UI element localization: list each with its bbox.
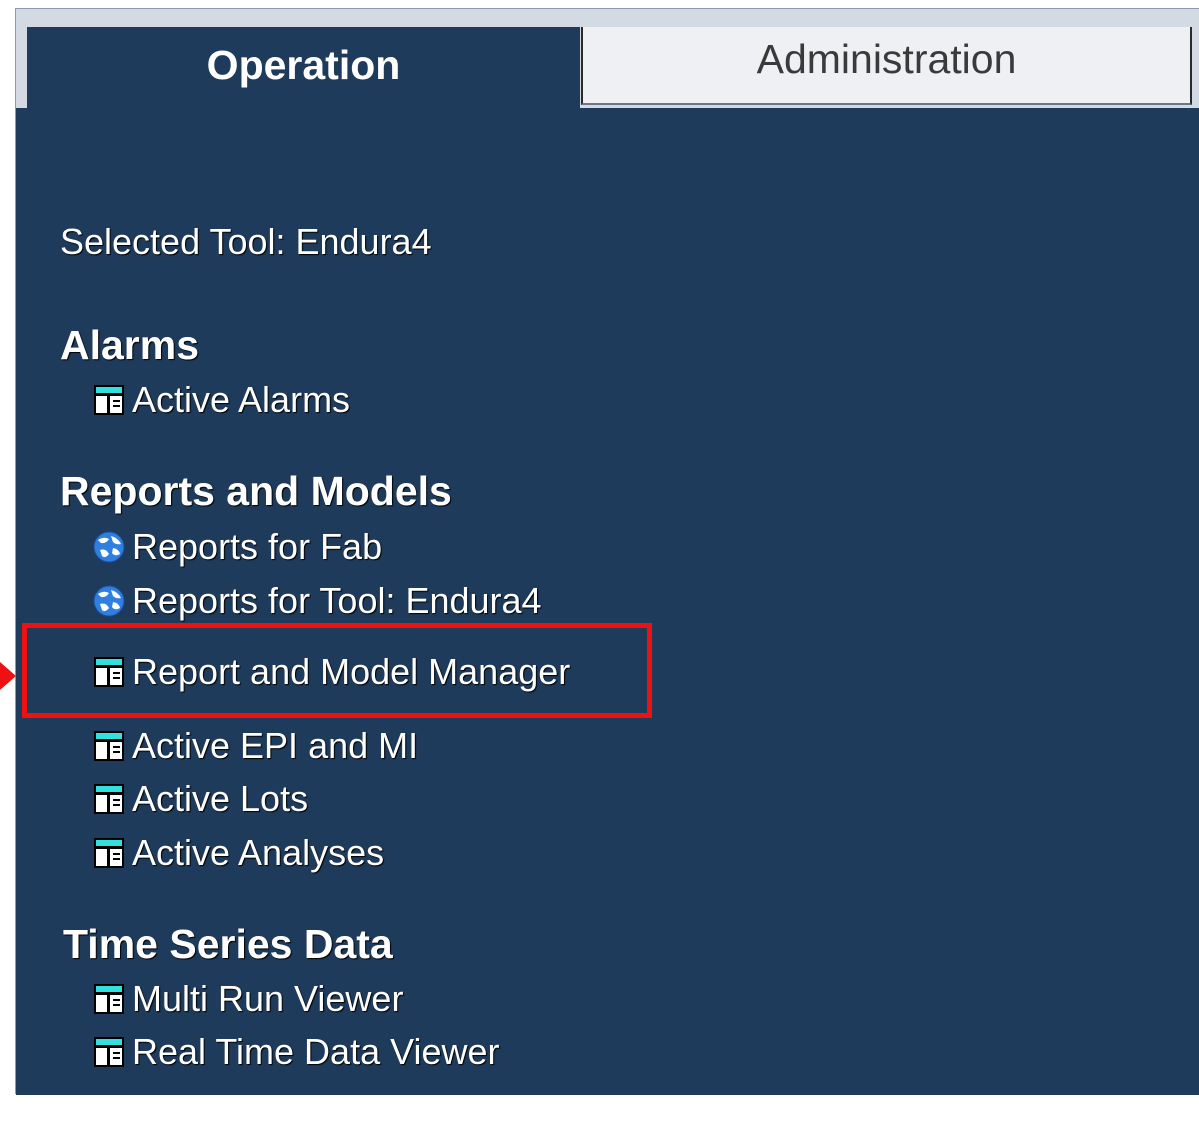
menu-item-active-lots[interactable]: Active Lots	[94, 777, 308, 821]
table-icon	[94, 731, 124, 761]
table-icon	[94, 385, 124, 415]
tab-bar: Operation Administration	[16, 9, 1199, 109]
menu-item-label: Active Lots	[132, 778, 309, 819]
menu-item-active-alarms[interactable]: Active Alarms	[94, 378, 350, 422]
menu-item-reports-for-tool[interactable]: Reports for Tool: Endura4	[93, 579, 542, 623]
menu-item-label: Active EPI and MI	[132, 725, 419, 766]
highlight-box	[22, 623, 652, 718]
section-heading-time-series: Time Series Data	[63, 921, 393, 967]
menu-item-active-analyses[interactable]: Active Analyses	[94, 831, 384, 875]
pointer-arrow	[0, 662, 16, 690]
menu-item-real-time-data-viewer[interactable]: Real Time Data Viewer	[94, 1030, 500, 1074]
selected-tool-label: Selected Tool: Endura4	[60, 221, 432, 262]
globe-icon	[93, 585, 125, 617]
menu-item-multi-run-viewer[interactable]: Multi Run Viewer	[94, 977, 403, 1021]
menu-item-label: Active Alarms	[132, 379, 351, 420]
table-icon	[94, 784, 124, 814]
menu-item-label: Reports for Fab	[132, 526, 383, 567]
table-icon	[94, 1037, 124, 1067]
tab-operation[interactable]: Operation	[27, 27, 580, 109]
table-icon	[94, 838, 124, 868]
globe-icon	[93, 531, 125, 563]
menu-item-label: Active Analyses	[132, 832, 385, 873]
menu-item-label: Reports for Tool: Endura4	[132, 580, 542, 621]
table-icon	[94, 984, 124, 1014]
menu-item-label: Real Time Data Viewer	[132, 1031, 500, 1072]
menu-item-active-epi-and-mi[interactable]: Active EPI and MI	[94, 724, 418, 768]
tab-administration[interactable]: Administration	[581, 27, 1192, 105]
menu-item-reports-for-fab[interactable]: Reports for Fab	[93, 525, 383, 569]
menu-item-label: Multi Run Viewer	[132, 978, 404, 1019]
section-heading-alarms: Alarms	[60, 322, 200, 368]
section-heading-reports: Reports and Models	[60, 468, 452, 514]
